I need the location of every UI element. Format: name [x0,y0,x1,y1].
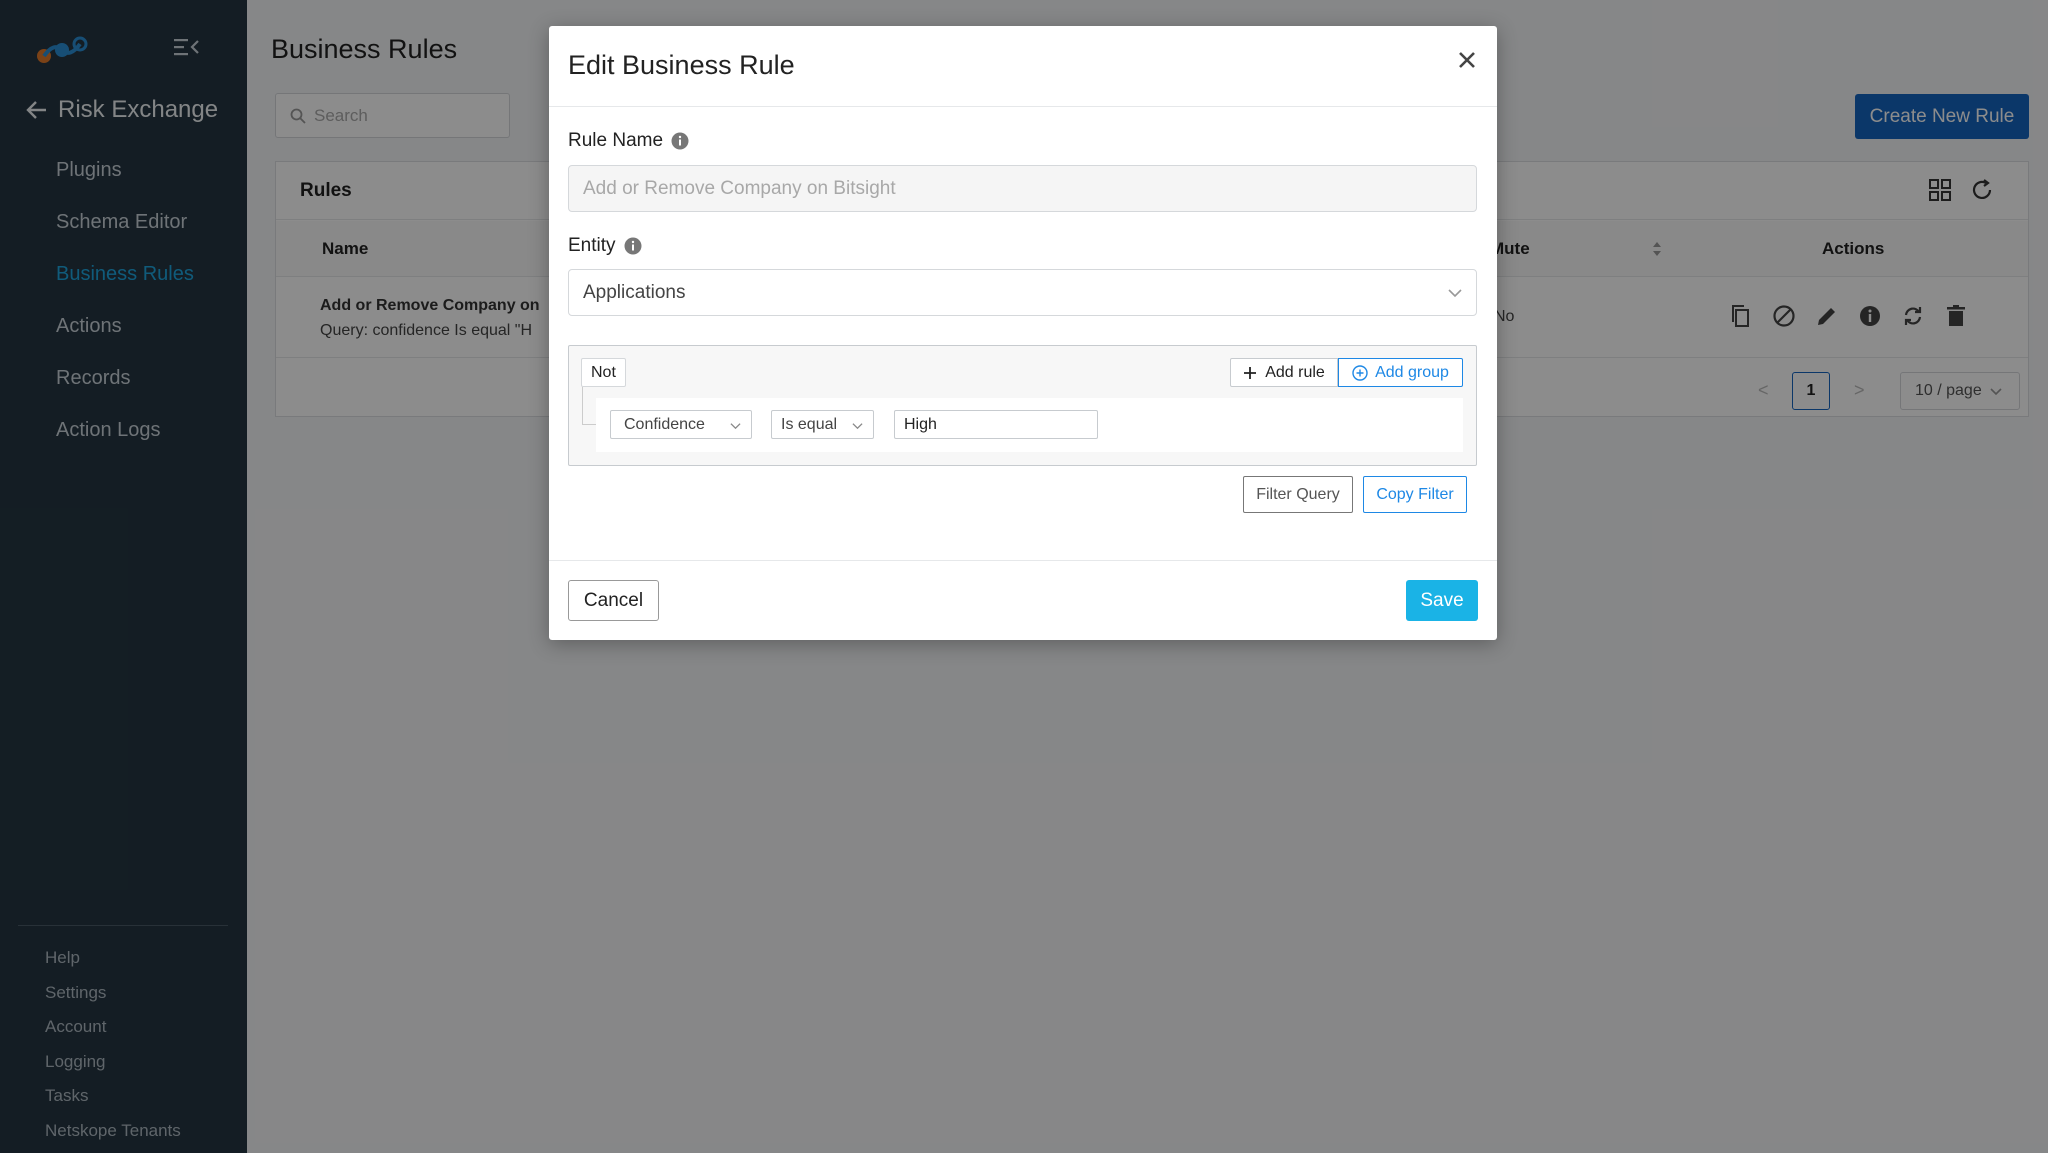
edit-business-rule-modal: Edit Business Rule Rule Name Add or Remo… [549,26,1497,640]
entity-value: Applications [583,281,686,303]
plus-circle-icon [1352,364,1368,381]
info-icon[interactable] [671,132,689,150]
operator-select[interactable]: Is equal [771,410,874,439]
rule-name-placeholder: Add or Remove Company on Bitsight [583,177,896,199]
modal-title: Edit Business Rule [568,50,795,80]
value-input[interactable]: High [894,410,1098,439]
entity-label-text: Entity [568,235,616,256]
tree-connector [582,387,596,425]
add-rule-label: Add rule [1265,363,1325,381]
modal-footer: Cancel Save [549,560,1497,640]
chevron-down-icon [852,423,863,430]
entity-select[interactable]: Applications [568,269,1477,316]
rule-name-label: Rule Name [568,130,689,152]
save-button[interactable]: Save [1406,580,1478,621]
cancel-button[interactable]: Cancel [568,580,659,621]
not-toggle[interactable]: Not [581,358,626,387]
close-icon[interactable] [1457,50,1477,70]
rule-name-input[interactable]: Add or Remove Company on Bitsight [568,165,1477,212]
chevron-down-icon [1448,289,1462,298]
add-rule-button[interactable]: Add rule [1230,358,1338,387]
entity-label: Entity [568,235,642,257]
chevron-down-icon [730,423,741,430]
value-text: High [904,415,937,433]
filter-query-button[interactable]: Filter Query [1243,476,1353,513]
modal-header: Edit Business Rule [549,26,1497,107]
operator-value: Is equal [781,415,838,433]
add-group-label: Add group [1375,363,1449,381]
field-select[interactable]: Confidence [610,410,752,439]
field-value: Confidence [624,415,705,433]
rule-name-label-text: Rule Name [568,130,664,151]
plus-icon [1244,366,1257,379]
query-rule: Confidence Is equal High [596,398,1463,452]
query-builder: Not Add rule Add group Confidence Is equ… [568,345,1477,466]
copy-filter-button[interactable]: Copy Filter [1363,476,1467,513]
add-group-button[interactable]: Add group [1338,358,1463,387]
info-icon[interactable] [624,237,642,255]
